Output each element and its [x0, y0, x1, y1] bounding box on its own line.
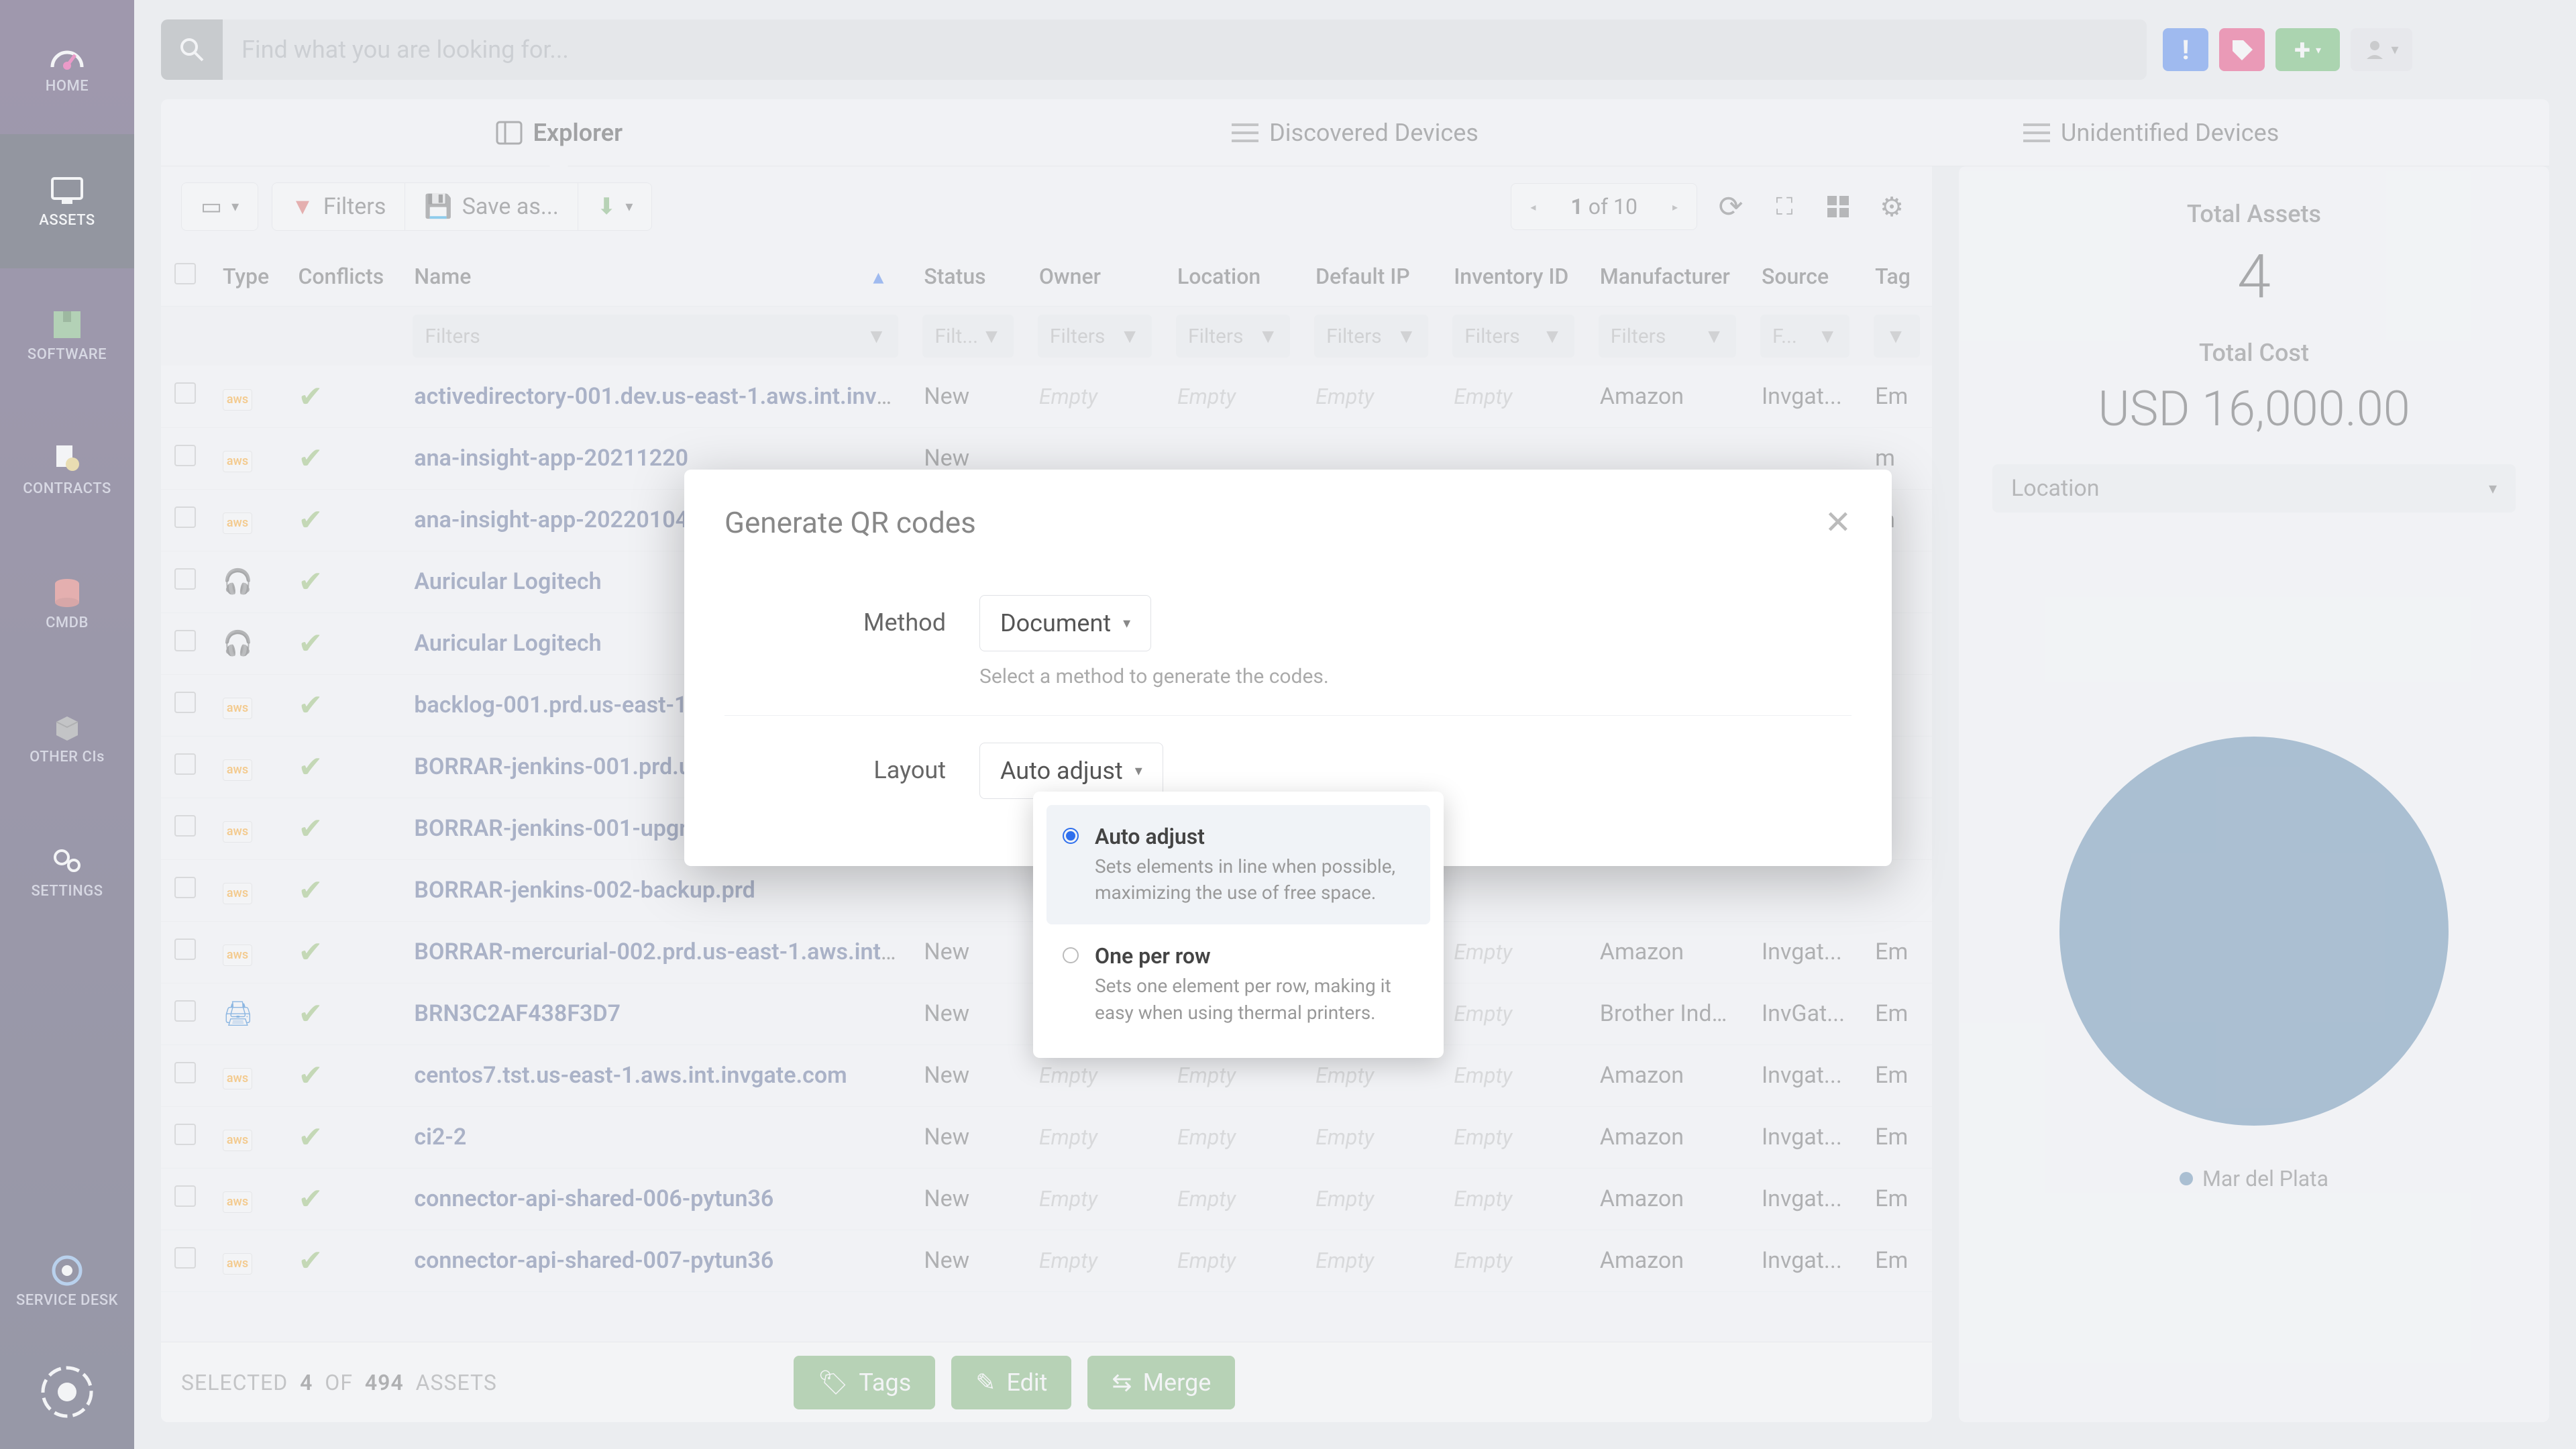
- radio-icon: [1063, 947, 1079, 963]
- layout-option-one-per-row[interactable]: One per row Sets one element per row, ma…: [1046, 924, 1430, 1044]
- chevron-down-icon: ▾: [1123, 615, 1130, 632]
- close-icon: ✕: [1825, 503, 1851, 541]
- radio-checked-icon: [1063, 828, 1079, 844]
- layout-label: Layout: [724, 743, 979, 784]
- layout-option-auto[interactable]: Auto adjust Sets elements in line when p…: [1046, 805, 1430, 924]
- layout-dropdown: Auto adjust Sets elements in line when p…: [1033, 792, 1444, 1058]
- modal-title: Generate QR codes: [724, 505, 976, 540]
- method-help: Select a method to generate the codes.: [979, 665, 1851, 688]
- method-label: Method: [724, 595, 979, 637]
- chevron-down-icon: ▾: [1135, 763, 1142, 780]
- modal-close-button[interactable]: ✕: [1825, 503, 1851, 541]
- layout-select[interactable]: Auto adjust▾: [979, 743, 1163, 799]
- method-select[interactable]: Document▾: [979, 595, 1151, 651]
